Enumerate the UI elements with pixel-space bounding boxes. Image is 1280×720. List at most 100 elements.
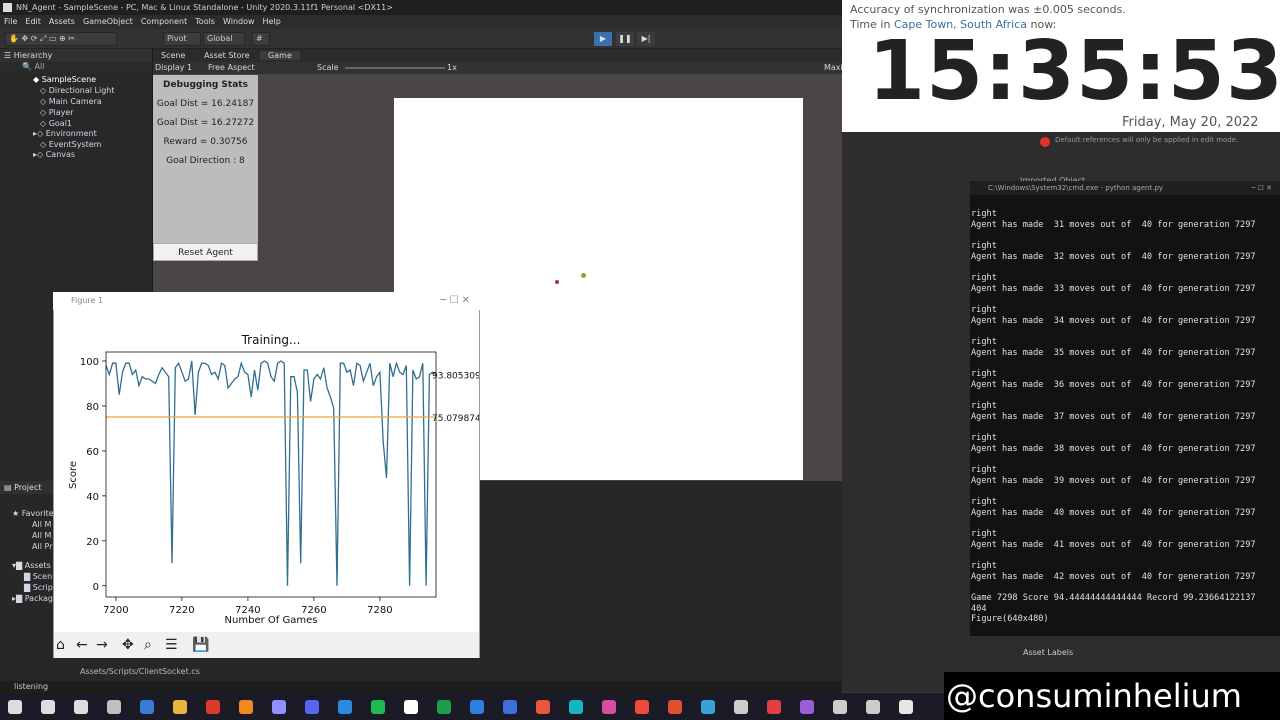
goal-dot: [581, 273, 586, 278]
y-axis-label: Score: [68, 461, 79, 489]
fav-item[interactable]: All M: [32, 531, 51, 540]
cmd-window[interactable]: [970, 181, 1280, 636]
windows-start-icon[interactable]: [8, 700, 22, 714]
hierarchy-tab[interactable]: ☰ Hierarchy: [0, 49, 152, 62]
fav-item[interactable]: All M: [32, 520, 51, 529]
cmd-line: right: [971, 369, 997, 380]
app-icon[interactable]: [272, 700, 286, 714]
davinci-icon[interactable]: [470, 700, 484, 714]
game-view-toolbar: Display 1 Free Aspect Scale 1x Maxi: [153, 62, 843, 74]
menu-tools[interactable]: Tools: [191, 15, 219, 29]
zoom-icon[interactable]: ⌕: [144, 637, 152, 653]
menu-help[interactable]: Help: [259, 15, 285, 29]
step-button[interactable]: ▶|: [637, 32, 655, 46]
display-select[interactable]: Display 1: [155, 62, 192, 74]
cmd-line: Agent has made 39 moves out of 40 for ge…: [971, 475, 1256, 486]
aspect-select[interactable]: Free Aspect: [208, 62, 255, 74]
menu-assets[interactable]: Assets: [45, 15, 79, 29]
unity-icon[interactable]: [767, 700, 781, 714]
x-tick-label: 7240: [235, 605, 260, 616]
app-icon[interactable]: [602, 700, 616, 714]
grid-snap-icon[interactable]: #: [252, 32, 270, 46]
app-icon[interactable]: [866, 700, 880, 714]
matplotlib-icon[interactable]: [899, 700, 913, 714]
vscode-icon[interactable]: [338, 700, 352, 714]
cmd-line: Agent has made 32 moves out of 40 for ge…: [971, 251, 1256, 262]
cortana-icon[interactable]: [74, 700, 88, 714]
spotify-icon[interactable]: [371, 700, 385, 714]
global-toggle[interactable]: Global: [203, 32, 245, 46]
chrome-icon[interactable]: [206, 700, 220, 714]
hierarchy-item[interactable]: ◇ EventSystem: [40, 140, 101, 149]
hierarchy-item[interactable]: ◇ Goal1: [40, 119, 72, 128]
pan-icon[interactable]: ✥: [122, 637, 134, 653]
asset-folder[interactable]: ▇ Scen: [24, 572, 52, 581]
github-icon[interactable]: [404, 700, 418, 714]
pivot-toggle[interactable]: Pivot: [163, 32, 201, 46]
scene-root[interactable]: ◆ SampleScene: [33, 75, 96, 84]
hierarchy-search[interactable]: 🔍 All: [0, 62, 152, 74]
steam-icon[interactable]: [140, 700, 154, 714]
x-axis-label: Number Of Games: [225, 615, 318, 626]
menu-component[interactable]: Component: [137, 15, 191, 29]
menu-bar: File Edit Assets GameObject Component To…: [0, 15, 842, 29]
forward-icon[interactable]: →: [96, 637, 108, 653]
pause-button[interactable]: ❚❚: [616, 32, 634, 46]
packages-folder[interactable]: ▸▇ Packag: [12, 594, 53, 603]
y-tick-label: 80: [86, 402, 99, 413]
transform-tools[interactable]: ✋ ✥ ⟳ ⤢ ▭ ⊕ ✂: [5, 32, 117, 46]
app-icon[interactable]: [701, 700, 715, 714]
save-icon[interactable]: 💾: [192, 637, 209, 653]
y-tick-label: 60: [86, 447, 99, 458]
app-icon[interactable]: [635, 700, 649, 714]
discord-icon[interactable]: [305, 700, 319, 714]
menu-edit[interactable]: Edit: [21, 15, 45, 29]
pycharm-icon[interactable]: [437, 700, 451, 714]
configure-icon[interactable]: ☰: [165, 637, 178, 653]
terminal-icon[interactable]: [833, 700, 847, 714]
tab-scene[interactable]: Scene: [153, 51, 193, 60]
training-chart: Training... Score Number Of Games 7200 72…: [68, 333, 479, 626]
cmd-line: right: [971, 561, 997, 572]
unity-hub-icon[interactable]: [734, 700, 748, 714]
hierarchy-item[interactable]: ◇ Main Camera: [40, 97, 102, 106]
xbox-icon[interactable]: [503, 700, 517, 714]
search-icon[interactable]: [41, 700, 55, 714]
app-icon[interactable]: [536, 700, 550, 714]
cmd-window-controls[interactable]: ─ ☐ ✕: [1251, 181, 1272, 195]
favorites-folder[interactable]: ★ Favorites: [12, 509, 58, 518]
hierarchy-item[interactable]: ◇ Player: [40, 108, 74, 117]
home-icon[interactable]: ⌂: [56, 637, 65, 653]
menu-gameobject[interactable]: GameObject: [79, 15, 137, 29]
fav-item[interactable]: All Pr: [32, 542, 52, 551]
hierarchy-item[interactable]: ◇ Directional Light: [40, 86, 114, 95]
visual-studio-icon[interactable]: [800, 700, 814, 714]
cmd-line: right: [971, 241, 997, 251]
hierarchy-item[interactable]: ▸◇ Canvas: [33, 150, 75, 159]
assets-folder[interactable]: ▾▇ Assets: [12, 561, 51, 570]
asset-labels: Asset Labels: [1023, 648, 1074, 657]
task-view-icon[interactable]: [107, 700, 121, 714]
debug-stats-panel: Debugging Stats Goal Dist = 16.24187 Goa…: [153, 75, 258, 245]
hierarchy-item[interactable]: ▸◇ Environment: [33, 129, 97, 138]
canva-icon[interactable]: [569, 700, 583, 714]
menu-window[interactable]: Window: [219, 15, 259, 29]
tab-asset-store[interactable]: Asset Store: [196, 51, 258, 60]
x-tick-label: 7200: [103, 605, 128, 616]
goal-direction: Goal Direction : 8: [166, 156, 245, 166]
tab-game[interactable]: Game: [260, 51, 300, 60]
scale-slider[interactable]: [345, 67, 445, 69]
project-tab[interactable]: ▤ Project: [0, 481, 55, 494]
maximize-toggle[interactable]: Maxi: [824, 62, 843, 74]
warning-icon: [1040, 137, 1050, 147]
goal-dist-1: Goal Dist = 16.24187: [156, 99, 255, 109]
figure-window-controls[interactable]: ─ ☐ ✕: [440, 292, 470, 310]
asset-folder[interactable]: ▇ Scrip: [24, 583, 53, 592]
back-icon[interactable]: ←: [76, 637, 88, 653]
play-button[interactable]: ▶: [594, 32, 612, 46]
app-icon[interactable]: [668, 700, 682, 714]
firefox-icon[interactable]: [239, 700, 253, 714]
menu-file[interactable]: File: [0, 15, 21, 29]
reset-agent-button[interactable]: Reset Agent: [153, 243, 258, 261]
file-explorer-icon[interactable]: [173, 700, 187, 714]
